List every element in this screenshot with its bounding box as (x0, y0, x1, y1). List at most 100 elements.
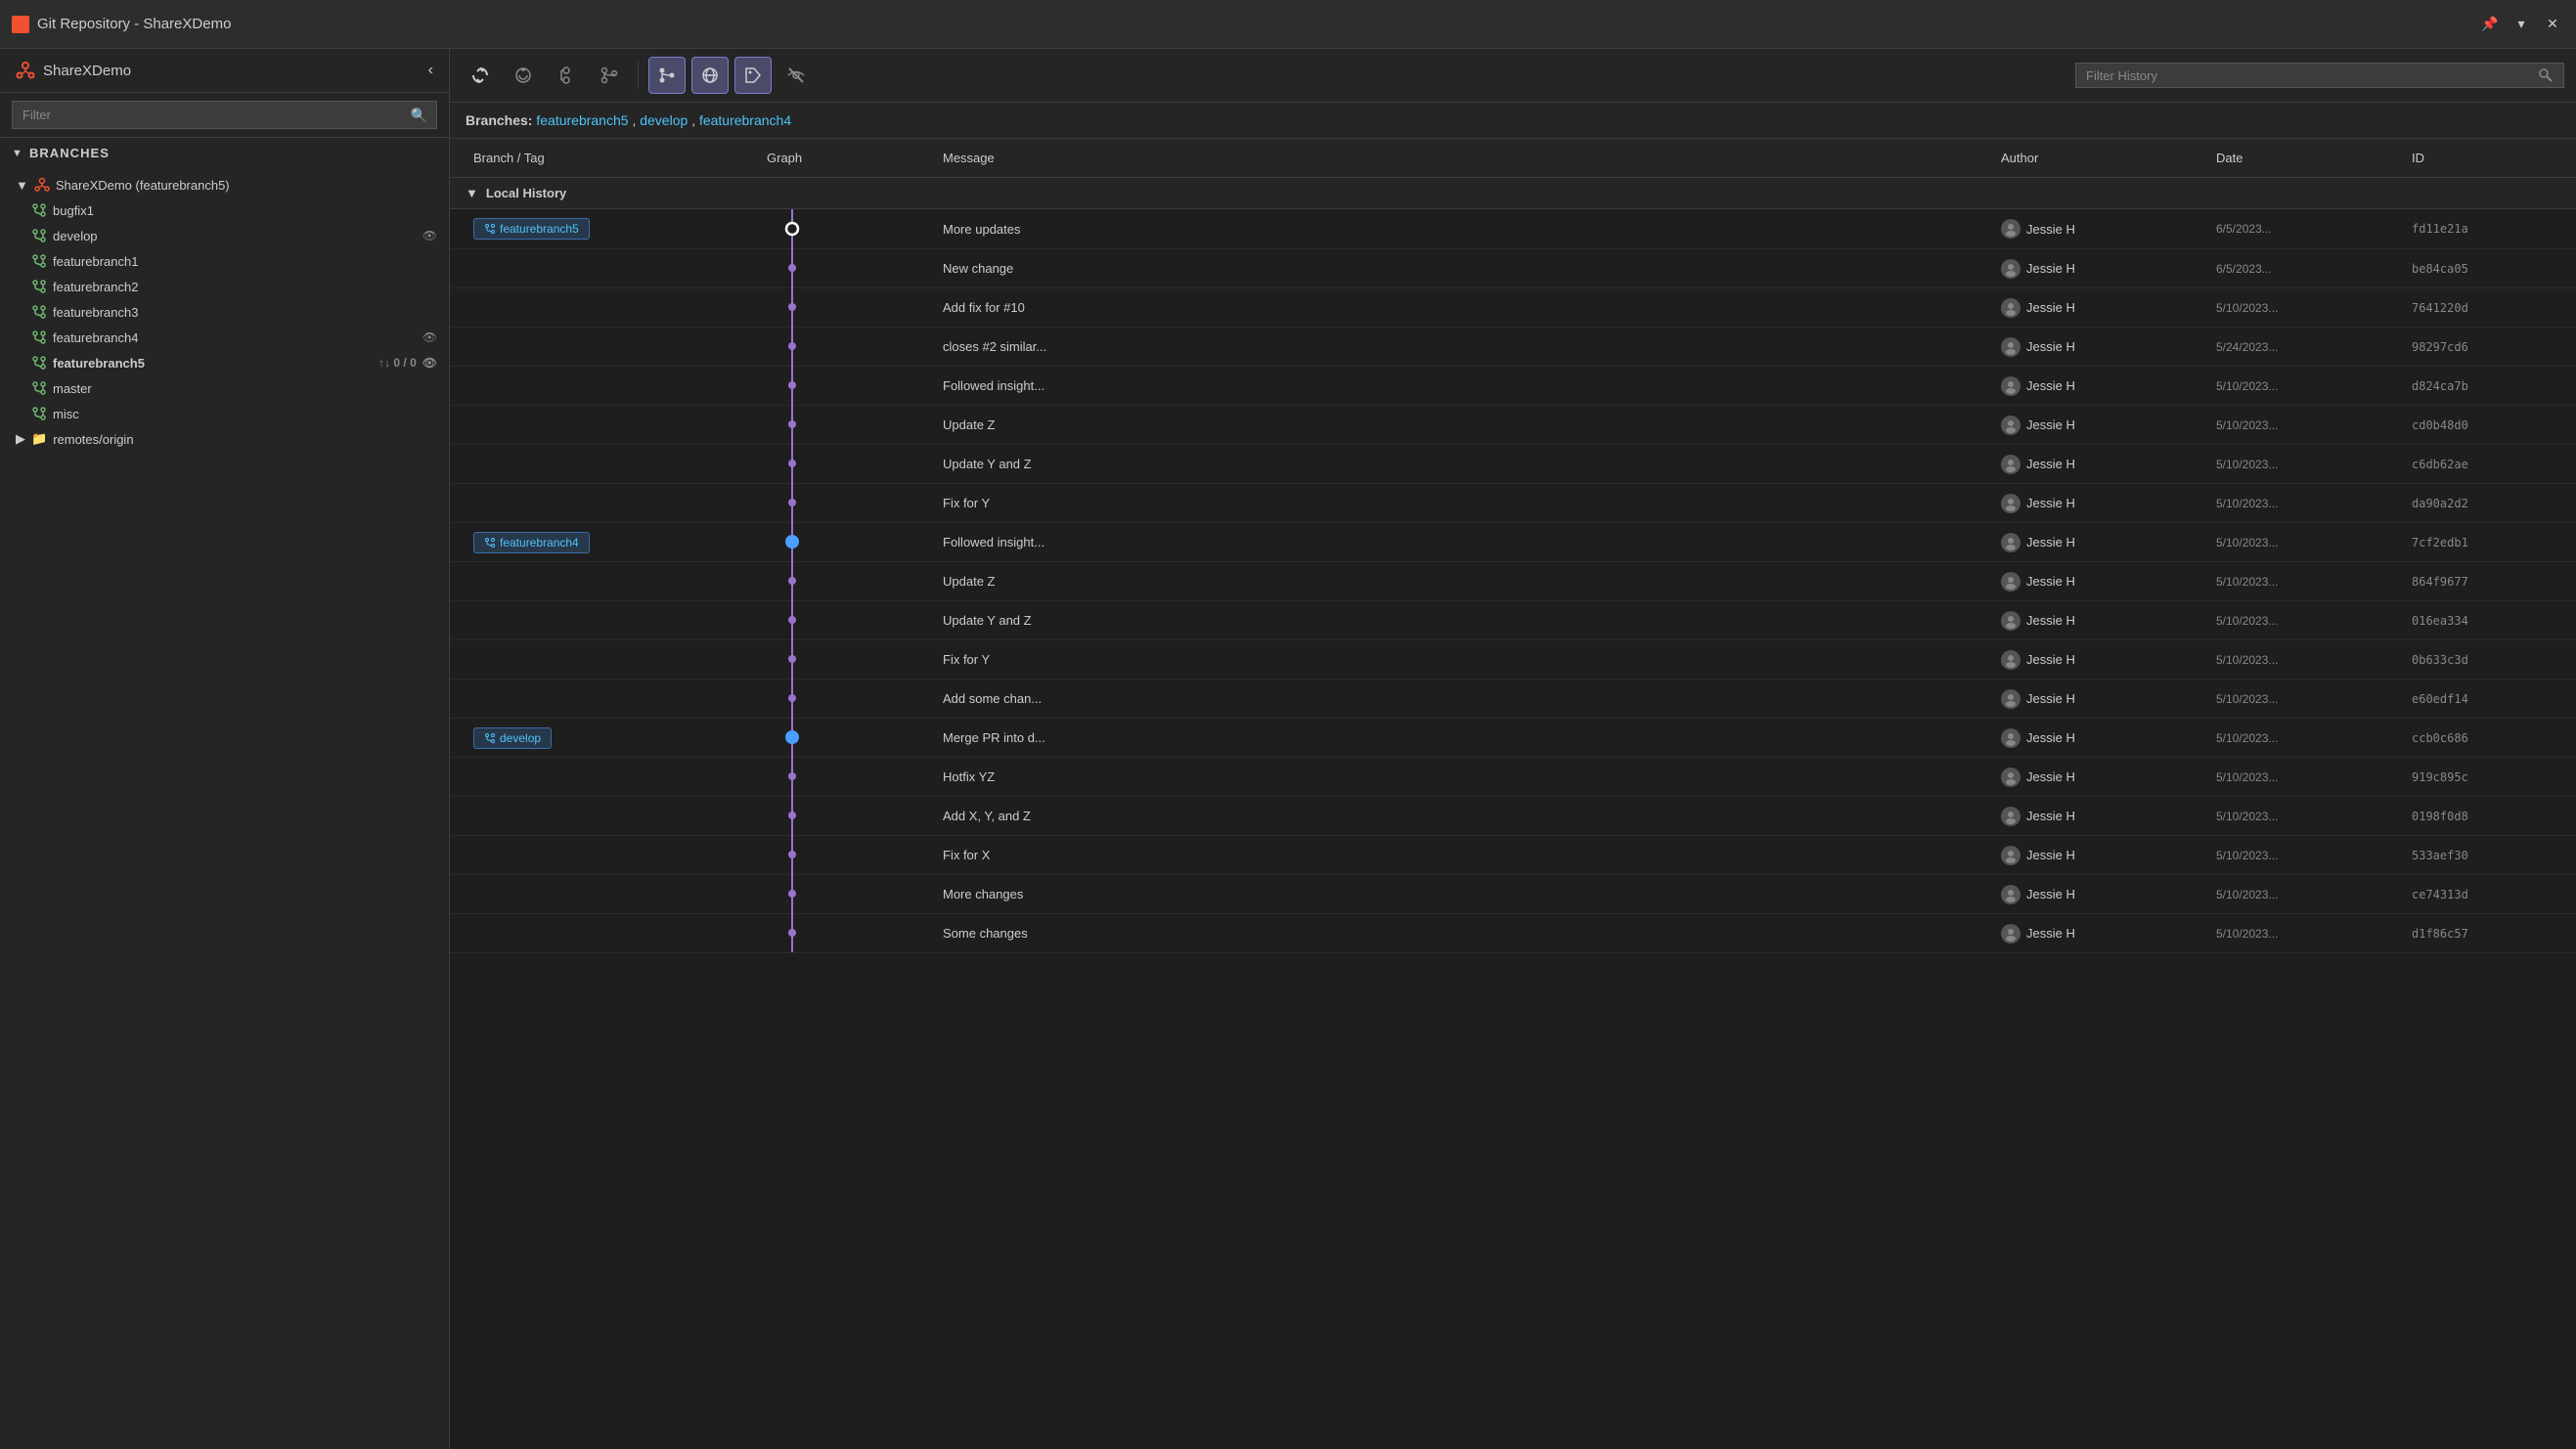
close-button[interactable]: ✕ (2541, 13, 2564, 36)
branch-button[interactable] (591, 57, 628, 94)
sidebar-item-featurebranch1[interactable]: featurebranch1 (0, 248, 449, 274)
sidebar-collapse-button[interactable]: ‹ (428, 62, 433, 79)
remotes-icon (700, 66, 720, 85)
cell-message-15: Add X, Y, and Z (935, 803, 1993, 829)
table-row[interactable]: develop Merge PR into d... Jessie H 5/10… (450, 719, 2576, 758)
author-avatar-10 (2001, 611, 2021, 631)
branches-filter-link-develop[interactable]: develop (640, 112, 688, 128)
table-row[interactable]: featurebranch4 Followed insight... Jessi… (450, 523, 2576, 562)
remotes-toggle-button[interactable] (691, 57, 729, 94)
fetch-button[interactable] (505, 57, 542, 94)
cell-branch-tag-16 (466, 850, 759, 861)
cell-id-11: 0b633c3d (2404, 647, 2560, 673)
toolbar-separator-1 (638, 62, 639, 89)
cell-branch-tag-2 (466, 302, 759, 314)
cell-author-2: Jessie H (1993, 292, 2208, 324)
branches-filter-link-fb4[interactable]: featurebranch4 (699, 112, 791, 128)
repo-root-item[interactable]: ▼ ShareXDemo (featurebranch5) (0, 172, 449, 198)
refresh-button[interactable] (462, 57, 499, 94)
tags-button[interactable] (734, 57, 772, 94)
author-avatar-3 (2001, 337, 2021, 357)
table-row[interactable]: Hotfix YZ Jessie H 5/10/2023... 919c895c (450, 758, 2576, 797)
cell-branch-tag-7 (466, 498, 759, 509)
hide-icon (786, 66, 806, 85)
cell-author-18: Jessie H (1993, 918, 2208, 949)
cell-date-2: 5/10/2023... (2208, 295, 2404, 321)
window-title: Git Repository - ShareXDemo (37, 16, 231, 32)
cell-author-17: Jessie H (1993, 879, 2208, 910)
header-message: Message (935, 147, 1993, 169)
author-avatar-16 (2001, 846, 2021, 865)
author-avatar-15 (2001, 807, 2021, 826)
cell-branch-tag-8: featurebranch4 (466, 526, 759, 559)
cell-branch-tag-17 (466, 889, 759, 900)
table-row[interactable]: More changes Jessie H 5/10/2023... ce743… (450, 875, 2576, 914)
table-row[interactable]: Followed insight... Jessie H 5/10/2023..… (450, 367, 2576, 406)
sidebar-item-featurebranch2[interactable]: featurebranch2 (0, 274, 449, 299)
cell-date-14: 5/10/2023... (2208, 765, 2404, 790)
toolbar (450, 49, 2576, 103)
table-row[interactable]: Update Z Jessie H 5/10/2023... 864f9677 (450, 562, 2576, 601)
branches-chevron-icon: ▼ (12, 148, 23, 159)
sidebar-item-develop[interactable]: develop 👁 (0, 223, 449, 248)
sidebar-item-misc[interactable]: misc (0, 401, 449, 426)
filter-history-input[interactable] (2086, 68, 2530, 83)
sidebar-item-master[interactable]: master (0, 375, 449, 401)
table-row[interactable]: featurebranch5 More updates (450, 209, 2576, 249)
table-row[interactable]: Update Z Jessie H 5/10/2023... cd0b48d0 (450, 406, 2576, 445)
table-row[interactable]: Fix for Y Jessie H 5/10/2023... 0b633c3d (450, 640, 2576, 680)
cell-graph-11 (759, 654, 935, 666)
sidebar-item-featurebranch4[interactable]: featurebranch4 👁 (0, 325, 449, 350)
cell-branch-tag-11 (466, 654, 759, 666)
author-avatar-4 (2001, 376, 2021, 396)
branches-filter-link-fb5[interactable]: featurebranch5 (536, 112, 628, 128)
sidebar-item-bugfix1[interactable]: bugfix1 (0, 198, 449, 223)
table-row[interactable]: Fix for Y Jessie H 5/10/2023... da90a2d2 (450, 484, 2576, 523)
table-row[interactable]: Add fix for #10 Jessie H 5/10/2023... 76… (450, 288, 2576, 328)
cell-branch-tag-10 (466, 615, 759, 627)
cell-branch-tag-9 (466, 576, 759, 588)
table-row[interactable]: closes #2 similar... Jessie H 5/24/2023.… (450, 328, 2576, 367)
sidebar-item-featurebranch3[interactable]: featurebranch3 (0, 299, 449, 325)
table-row[interactable]: Fix for X Jessie H 5/10/2023... 533aef30 (450, 836, 2576, 875)
sidebar-item-remotes[interactable]: ▶ 📁 remotes/origin (0, 426, 449, 452)
hide-button[interactable] (777, 57, 815, 94)
local-history-section: ▼ Local History (450, 178, 2576, 209)
table-row[interactable]: Some changes Jessie H 5/10/2023... d1f86… (450, 914, 2576, 953)
cell-id-7: da90a2d2 (2404, 491, 2560, 516)
branches-section-header[interactable]: ▼ Branches (0, 138, 449, 168)
local-history-chevron: ▼ (466, 186, 478, 200)
cell-message-11: Fix for Y (935, 646, 1993, 673)
branch-tag-fb5[interactable]: featurebranch5 (473, 218, 590, 240)
table-row[interactable]: Update Y and Z Jessie H 5/10/2023... c6d… (450, 445, 2576, 484)
author-avatar-14 (2001, 768, 2021, 787)
branches-filter-line: Branches: featurebranch5 , develop , fea… (450, 103, 2576, 139)
dropdown-button[interactable]: ▾ (2509, 13, 2533, 36)
cell-graph-2 (759, 302, 935, 314)
commit-graph-icon (657, 66, 677, 85)
cell-branch-tag-18 (466, 928, 759, 940)
cell-author-12: Jessie H (1993, 683, 2208, 715)
table-row[interactable]: New change Jessie H 6/5/2023... be84ca05 (450, 249, 2576, 288)
cell-graph-0 (759, 209, 915, 248)
cell-date-0: 6/5/2023... (2208, 216, 2404, 242)
cell-author-10: Jessie H (1993, 605, 2208, 637)
cell-author-1: Jessie H (1993, 253, 2208, 285)
table-row[interactable]: Add some chan... Jessie H 5/10/2023... e… (450, 680, 2576, 719)
branch-tag-develop[interactable]: develop (473, 727, 552, 749)
develop-eye-icon[interactable]: 👁 (422, 229, 437, 242)
table-row[interactable]: Add X, Y, and Z Jessie H 5/10/2023... 01… (450, 797, 2576, 836)
cell-branch-tag-12 (466, 693, 759, 705)
sidebar-item-featurebranch5[interactable]: featurebranch5 ↑↓ 0 / 0 👁 (0, 350, 449, 375)
featurebranch4-eye-icon[interactable]: 👁 (422, 330, 437, 344)
featurebranch5-eye-icon[interactable]: 👁 (422, 356, 437, 370)
sidebar: ShareXDemo ‹ 🔍 ▼ Branches ▼ (0, 49, 450, 1449)
branch-tag-fb4[interactable]: featurebranch4 (473, 532, 590, 553)
author-avatar-1 (2001, 259, 2021, 279)
sidebar-filter-input[interactable] (12, 101, 437, 129)
cell-author-9: Jessie H (1993, 566, 2208, 597)
pull-button[interactable] (548, 57, 585, 94)
pin-button[interactable]: 📌 (2478, 13, 2502, 36)
commit-graph-button[interactable] (648, 57, 686, 94)
table-row[interactable]: Update Y and Z Jessie H 5/10/2023... 016… (450, 601, 2576, 640)
